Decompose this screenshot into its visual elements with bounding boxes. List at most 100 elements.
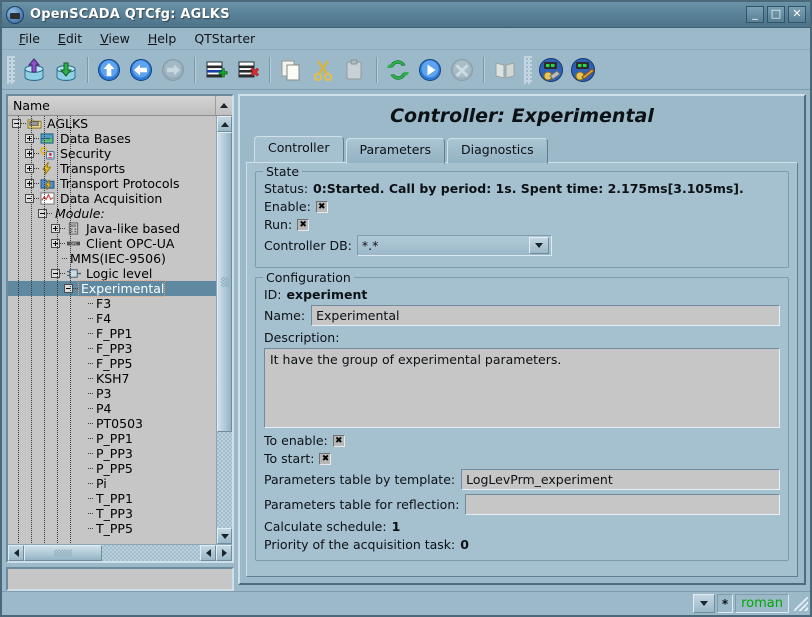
tab-parameters[interactable]: Parameters bbox=[345, 138, 446, 164]
tree-item-f-pp3[interactable]: F_PP3 bbox=[8, 341, 216, 356]
tree-vscroll-thumb[interactable] bbox=[217, 132, 232, 432]
tree-vertical-scrollbar[interactable] bbox=[216, 116, 232, 544]
collapse-icon[interactable] bbox=[64, 284, 73, 293]
manual-icon[interactable] bbox=[490, 55, 520, 85]
tree-hscroll-thumb[interactable] bbox=[24, 545, 102, 561]
collapse-icon[interactable] bbox=[25, 194, 34, 203]
tree-scroll-left-button[interactable] bbox=[8, 545, 24, 561]
tree-item-pi[interactable]: Pi bbox=[8, 476, 216, 491]
expand-icon[interactable] bbox=[51, 239, 60, 248]
tree-item-f3[interactable]: F3 bbox=[8, 296, 216, 311]
tree-item-f-pp5[interactable]: F_PP5 bbox=[8, 356, 216, 371]
tree-item-mms-iec-9506[interactable]: MMS(IEC-9506) bbox=[8, 251, 216, 266]
add-node-icon[interactable] bbox=[201, 55, 231, 85]
tree-scroll-down-button[interactable] bbox=[217, 528, 232, 544]
config-edit-icon[interactable] bbox=[568, 55, 598, 85]
toolbar-grip[interactable] bbox=[7, 55, 15, 84]
tree-scroll-right-button-2[interactable] bbox=[216, 545, 232, 561]
tree-item-ksh7[interactable]: KSH7 bbox=[8, 371, 216, 386]
menu-view[interactable]: View bbox=[91, 29, 139, 48]
menu-edit[interactable]: Edit bbox=[49, 29, 91, 48]
tree-item-label: P3 bbox=[96, 386, 112, 401]
tree-scroll-up-button[interactable] bbox=[217, 116, 232, 132]
params-reflection-input[interactable] bbox=[465, 494, 780, 515]
params-template-input[interactable]: LogLevPrm_experiment bbox=[461, 469, 780, 490]
expand-icon[interactable] bbox=[25, 164, 34, 173]
tree-item-p-pp3[interactable]: P_PP3 bbox=[8, 446, 216, 461]
tree-item-transport-protocols[interactable]: Transport Protocols bbox=[8, 176, 216, 191]
refresh-icon[interactable] bbox=[383, 55, 413, 85]
tree-item-f4[interactable]: F4 bbox=[8, 311, 216, 326]
tab-bar: Controller Parameters Diagnostics bbox=[246, 136, 798, 164]
tree-item-t-pp3[interactable]: T_PP3 bbox=[8, 506, 216, 521]
tab-diagnostics[interactable]: Diagnostics bbox=[447, 138, 548, 164]
minimize-button[interactable] bbox=[746, 6, 764, 23]
tree-item-p-pp1[interactable]: P_PP1 bbox=[8, 431, 216, 446]
enable-checkbox[interactable] bbox=[315, 200, 328, 213]
tree-item-experimental[interactable]: Experimental bbox=[8, 280, 216, 297]
delete-node-icon[interactable] bbox=[233, 55, 263, 85]
go-back-icon[interactable] bbox=[126, 55, 156, 85]
menu-bar: File Edit View Help QTStarter bbox=[2, 28, 810, 50]
tree-item-logic-level[interactable]: Logic level bbox=[8, 266, 216, 281]
tree-item-transports[interactable]: Transports bbox=[8, 161, 216, 176]
tree-header-name[interactable]: Name bbox=[8, 96, 216, 115]
expand-icon[interactable] bbox=[25, 134, 34, 143]
menu-help[interactable]: Help bbox=[139, 29, 186, 48]
go-up-icon[interactable] bbox=[94, 55, 124, 85]
tree-item-aglks[interactable]: AGLKS bbox=[8, 116, 216, 131]
tree-horizontal-scrollbar[interactable] bbox=[8, 544, 232, 561]
save-to-db-icon[interactable] bbox=[51, 55, 81, 85]
tree-item-java-like-based[interactable]: Java-like based bbox=[8, 221, 216, 236]
name-input[interactable]: Experimental bbox=[311, 305, 780, 326]
config-user-icon[interactable] bbox=[536, 55, 566, 85]
paste-icon[interactable] bbox=[340, 55, 370, 85]
tree-item-t-pp1[interactable]: T_PP1 bbox=[8, 491, 216, 506]
to-start-checkbox[interactable] bbox=[319, 452, 332, 465]
tree-header-menu-button[interactable] bbox=[216, 96, 232, 115]
to-enable-checkbox[interactable] bbox=[332, 434, 345, 447]
tree-scroll-right-button-1[interactable] bbox=[200, 545, 216, 561]
menu-qtstarter[interactable]: QTStarter bbox=[185, 29, 264, 48]
maximize-button[interactable] bbox=[767, 6, 785, 23]
tree-rows[interactable]: AGLKS Data Bases Security Transports Transpo… bbox=[8, 116, 216, 544]
chevron-down-icon[interactable] bbox=[528, 237, 549, 254]
tree-item-security[interactable]: Security bbox=[8, 146, 216, 161]
tree-hscroll-track[interactable] bbox=[24, 545, 200, 561]
start-icon[interactable] bbox=[415, 55, 445, 85]
tree-item-p-pp5[interactable]: P_PP5 bbox=[8, 461, 216, 476]
tree-vscroll-track[interactable] bbox=[217, 132, 232, 528]
tree-item-module[interactable]: Module: bbox=[8, 206, 216, 221]
go-forward-icon[interactable] bbox=[158, 55, 188, 85]
tree-item-data-acquisition[interactable]: Data Acquisition bbox=[8, 191, 216, 206]
tree-item-f-pp1[interactable]: F_PP1 bbox=[8, 326, 216, 341]
run-checkbox[interactable] bbox=[297, 218, 310, 231]
collapse-icon[interactable] bbox=[38, 209, 47, 218]
tree-item-p4[interactable]: P4 bbox=[8, 401, 216, 416]
expand-icon[interactable] bbox=[25, 149, 34, 158]
expand-icon[interactable] bbox=[51, 224, 60, 233]
collapse-icon[interactable] bbox=[12, 119, 21, 128]
close-button[interactable] bbox=[788, 6, 806, 23]
controller-db-select[interactable]: *.* bbox=[356, 235, 552, 256]
resize-grip[interactable] bbox=[794, 596, 808, 611]
menu-file[interactable]: File bbox=[10, 29, 49, 48]
tree-item-pt0503[interactable]: PT0503 bbox=[8, 416, 216, 431]
tree-item-data-bases[interactable]: Data Bases bbox=[8, 131, 216, 146]
copy-icon[interactable] bbox=[276, 55, 306, 85]
tree-item-p3[interactable]: P3 bbox=[8, 386, 216, 401]
expand-icon[interactable] bbox=[25, 179, 34, 188]
window-title: OpenSCADA QTCfg: AGLKS bbox=[30, 7, 230, 22]
cut-icon[interactable] bbox=[308, 55, 338, 85]
statusbar-dropdown-button[interactable] bbox=[692, 594, 715, 613]
configuration-group: Configuration ID: experiment Name: Exper… bbox=[255, 270, 789, 561]
description-textarea[interactable]: It have the group of experimental parame… bbox=[264, 348, 780, 428]
tab-controller[interactable]: Controller bbox=[254, 136, 344, 162]
collapse-icon[interactable] bbox=[51, 269, 60, 278]
toolbar-grip-2[interactable] bbox=[524, 55, 532, 84]
stop-icon[interactable] bbox=[447, 55, 477, 85]
state-group-legend: State bbox=[263, 164, 303, 179]
tree-item-client-opc-ua[interactable]: OPC Client OPC-UA bbox=[8, 236, 216, 251]
load-from-db-icon[interactable] bbox=[19, 55, 49, 85]
tree-item-t-pp5[interactable]: T_PP5 bbox=[8, 521, 216, 536]
